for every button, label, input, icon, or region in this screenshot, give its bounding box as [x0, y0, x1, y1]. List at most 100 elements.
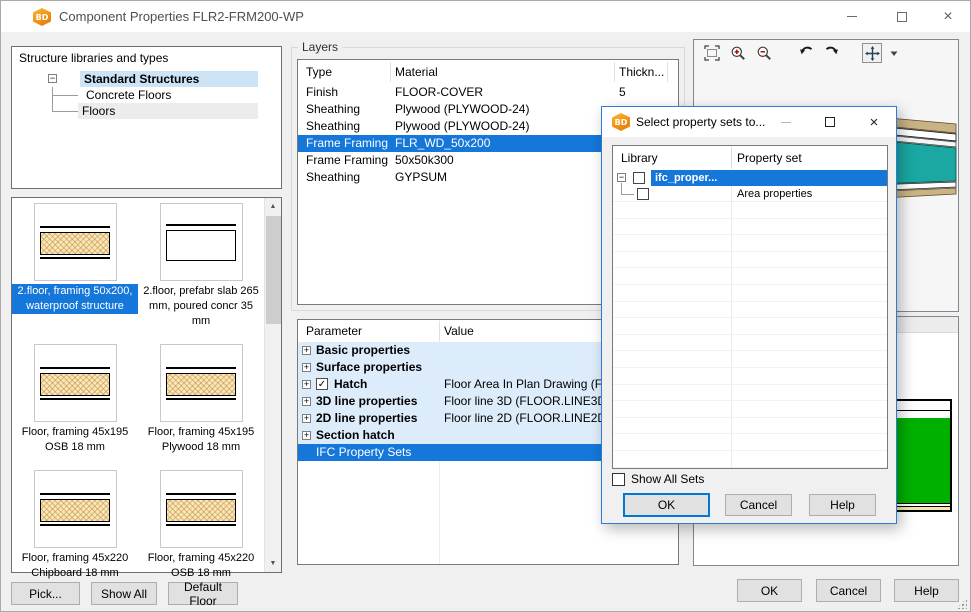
dialog-close-button[interactable]: × [856, 107, 892, 137]
pick-button[interactable]: Pick... [11, 582, 80, 605]
expand-icon[interactable]: + [302, 346, 311, 355]
tree-root-label[interactable]: Standard Structures [80, 71, 258, 87]
empty-row [613, 401, 887, 418]
zoom-in-icon[interactable] [728, 43, 748, 63]
titlebar: BD Component Properties FLR2-FRM200-WP × [1, 1, 970, 32]
thumbnail-item-1[interactable]: 2.floor, prefabr slab 265 mm, poured con… [138, 203, 264, 329]
layer-cell: FLR_WD_50x200 [395, 135, 615, 152]
thumbnail-label: Floor, framing 45x195 OSB 18 mm [12, 425, 138, 455]
thumbnail-preview [160, 344, 243, 422]
tree-item-concrete-floors[interactable]: Concrete Floors [12, 87, 281, 103]
rotate-right-icon[interactable] [822, 43, 842, 63]
show-all-button[interactable]: Show All [91, 582, 157, 605]
layer-cell: 50x50k300 [395, 152, 615, 169]
floor-structure-drawing [166, 224, 236, 261]
rotate-left-icon[interactable] [796, 43, 816, 63]
thumbnail-item-2[interactable]: Floor, framing 45x195 OSB 18 mm [12, 344, 138, 455]
thumbnail-item-5[interactable]: Floor, framing 45x220 OSB 18 mm [138, 470, 264, 581]
property-sets-rows: − ifc_proper... Area properties [613, 170, 887, 468]
column-header-parameter[interactable]: Parameter [306, 320, 362, 342]
dialog-cancel-button[interactable]: Cancel [725, 494, 792, 516]
column-header-type[interactable]: Type [306, 60, 332, 84]
floor-structure-drawing [40, 493, 110, 526]
maximize-button[interactable] [885, 1, 919, 32]
empty-row [613, 202, 887, 219]
library-name[interactable]: ifc_proper... [651, 170, 887, 186]
checkbox-checked-icon[interactable]: ✓ [316, 378, 328, 390]
close-button[interactable]: × [931, 1, 965, 32]
floor-structure-drawing [40, 367, 110, 400]
layer-cell: FLOOR-COVER [395, 84, 615, 101]
ok-button[interactable]: OK [737, 579, 802, 602]
tree-child-label[interactable]: Floors [78, 103, 258, 119]
parameter-name: IFC Property Sets [316, 444, 411, 461]
tree-child-label[interactable]: Concrete Floors [82, 87, 175, 103]
library-checkbox[interactable] [633, 172, 645, 184]
layer-cell: Plywood (PLYWOOD-24) [395, 118, 615, 135]
empty-row [613, 418, 887, 435]
empty-row [613, 219, 887, 236]
expand-icon[interactable]: + [302, 414, 311, 423]
layer-cell: Sheathing [306, 118, 394, 135]
maximize-icon [825, 117, 835, 127]
scrollbar-thumb[interactable] [266, 216, 281, 324]
zoom-out-icon[interactable] [754, 43, 774, 63]
structure-tree-panel: Structure libraries and types − Standard… [11, 46, 282, 189]
thumbnail-preview [160, 470, 243, 548]
scroll-up-icon[interactable]: ▲ [265, 198, 281, 215]
column-divider [390, 62, 391, 82]
column-divider [731, 148, 732, 168]
dialog-minimize-button[interactable] [768, 107, 804, 137]
thumbnail-item-3[interactable]: Floor, framing 45x195 Plywood 18 mm [138, 344, 264, 455]
column-header-library[interactable]: Library [621, 146, 658, 170]
thumbnail-preview [34, 470, 117, 548]
column-divider [439, 322, 440, 340]
tree-branch-icon [52, 95, 78, 96]
expand-icon[interactable]: + [302, 380, 311, 389]
property-set-row[interactable]: Area properties [613, 186, 887, 202]
pan-icon[interactable] [862, 43, 882, 63]
library-row[interactable]: − ifc_proper... [613, 170, 887, 186]
layers-row-0[interactable]: FinishFLOOR-COVER5 [298, 84, 678, 101]
thumbnail-item-4[interactable]: Floor, framing 45x220 Chipboard 18 mm [12, 470, 138, 581]
tree-item-floors[interactable]: Floors [12, 103, 281, 119]
empty-row [613, 235, 887, 252]
show-all-sets-label: Show All Sets [631, 472, 704, 486]
close-icon: × [870, 114, 879, 131]
layer-cell: Frame Framing [306, 152, 394, 169]
expand-icon[interactable]: + [302, 397, 311, 406]
floor-structure-drawing [40, 226, 110, 259]
empty-row [613, 268, 887, 285]
thumbnail-item-0[interactable]: 2.floor, framing 50x200, waterproof stru… [12, 203, 138, 329]
thumbnail-scrollbar[interactable]: ▲ ▼ [264, 198, 281, 572]
thumbnail-label: 2.floor, prefabr slab 265 mm, poured con… [138, 284, 264, 329]
column-header-material[interactable]: Material [395, 60, 438, 84]
show-all-sets-checkbox[interactable] [612, 473, 625, 486]
minimize-button[interactable] [835, 1, 869, 32]
column-header-thickness[interactable]: Thickn... [619, 60, 664, 84]
thumbnail-preview [34, 344, 117, 422]
column-header-value[interactable]: Value [444, 320, 474, 342]
dialog-help-button[interactable]: Help [809, 494, 876, 516]
column-divider [614, 62, 615, 82]
collapse-icon[interactable]: − [617, 173, 626, 182]
tree-item-standard-structures[interactable]: − Standard Structures [12, 71, 281, 87]
dialog-maximize-button[interactable] [812, 107, 848, 137]
default-floor-button[interactable]: Default Floor [168, 582, 238, 605]
property-set-name: Area properties [737, 186, 812, 202]
property-set-checkbox[interactable] [637, 188, 649, 200]
help-button[interactable]: Help [894, 579, 959, 602]
expand-icon[interactable]: + [302, 363, 311, 372]
scroll-down-icon[interactable]: ▼ [265, 555, 281, 572]
parameter-name: 3D line properties [316, 393, 417, 410]
dialog-ok-button[interactable]: OK [623, 493, 710, 517]
fit-view-icon[interactable] [702, 43, 722, 63]
property-sets-header: Library Property set [613, 146, 887, 170]
column-divider [667, 62, 668, 82]
collapse-icon[interactable]: − [48, 74, 57, 83]
column-header-property-set[interactable]: Property set [737, 146, 802, 170]
expand-icon[interactable]: + [302, 431, 311, 440]
dropdown-icon[interactable] [888, 43, 900, 63]
minimize-icon [781, 122, 791, 123]
cancel-button[interactable]: Cancel [816, 579, 881, 602]
